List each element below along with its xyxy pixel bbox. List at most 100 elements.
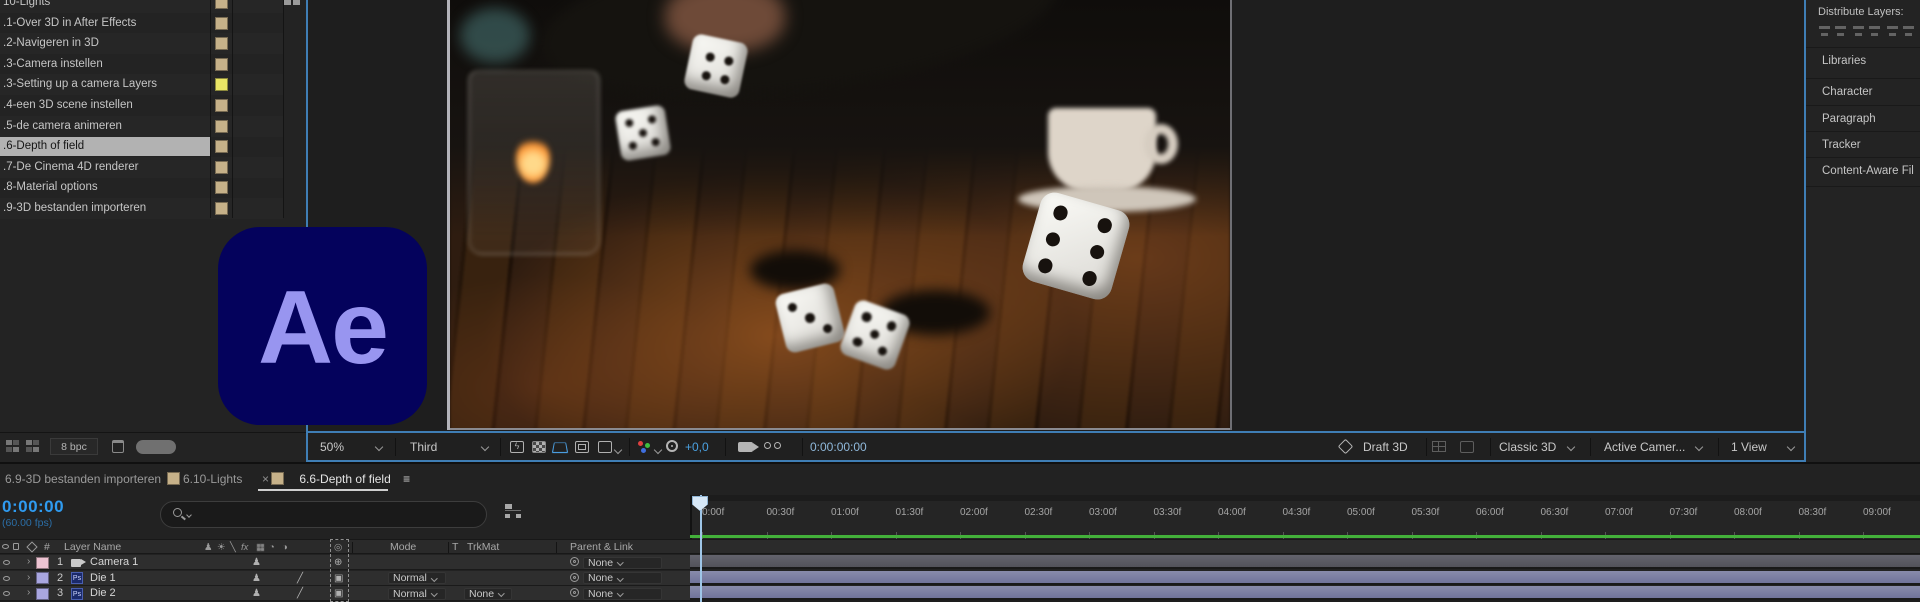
distribute-right-icon[interactable] bbox=[1902, 24, 1915, 38]
chevron-down-icon[interactable] bbox=[1567, 443, 1575, 451]
split-view-icon[interactable] bbox=[1432, 441, 1446, 452]
layer-duration-bar-camera-1[interactable] bbox=[690, 555, 1920, 569]
project-item-selected[interactable]: .6-Depth of field bbox=[0, 136, 283, 157]
work-area-strip[interactable] bbox=[692, 495, 1920, 501]
effects-icon[interactable]: fx bbox=[241, 541, 248, 554]
ground-plane-icon[interactable] bbox=[1460, 441, 1474, 453]
search-input[interactable] bbox=[160, 501, 487, 528]
proxy-icon[interactable] bbox=[26, 440, 39, 452]
pickwhip-icon[interactable] bbox=[570, 557, 579, 566]
chevron-down-icon[interactable] bbox=[1695, 443, 1703, 451]
expand-chevron-icon[interactable]: › bbox=[27, 586, 30, 600]
layer-duration-bar-die-2[interactable] bbox=[690, 586, 1920, 600]
pickwhip-icon[interactable] bbox=[570, 588, 579, 597]
quality-icon[interactable]: ╲ bbox=[230, 541, 236, 554]
label-icon[interactable] bbox=[26, 541, 37, 552]
label-color-swatch[interactable] bbox=[215, 17, 228, 30]
mini-flowchart-icon[interactable] bbox=[505, 504, 521, 518]
project-item[interactable]: .9-3D bestanden importeren bbox=[0, 198, 283, 219]
lock-icon[interactable] bbox=[13, 543, 19, 550]
shy-toggle[interactable]: ♟ bbox=[252, 572, 261, 586]
exposure-icon[interactable] bbox=[666, 440, 678, 452]
layer-color-swatch[interactable] bbox=[36, 588, 49, 600]
distribute-left-icon[interactable] bbox=[1868, 24, 1881, 38]
layer-color-swatch[interactable] bbox=[36, 572, 49, 584]
label-color-swatch[interactable] bbox=[215, 99, 228, 112]
project-item[interactable]: .3-Camera instellen bbox=[0, 54, 283, 75]
scrollbar-thumb[interactable] bbox=[136, 440, 176, 454]
playhead-line[interactable] bbox=[700, 495, 702, 602]
composition-image[interactable] bbox=[447, 0, 1232, 430]
distribute-top-icon[interactable] bbox=[1818, 24, 1831, 38]
trash-icon[interactable] bbox=[112, 440, 124, 453]
show-snapshot-icon[interactable] bbox=[764, 442, 784, 452]
renderer-dropdown[interactable]: Classic 3D bbox=[1499, 440, 1556, 454]
shy-toggle[interactable]: ♟ bbox=[252, 587, 261, 601]
layer-color-swatch[interactable] bbox=[36, 557, 49, 569]
column-divider[interactable] bbox=[210, 0, 211, 218]
label-color-swatch[interactable] bbox=[215, 140, 228, 153]
snapshot-camera-icon[interactable] bbox=[738, 442, 753, 452]
view-options-icon[interactable] bbox=[598, 441, 612, 453]
timeline-tab-active[interactable]: × 6.6-Depth of field ≡ bbox=[262, 467, 410, 491]
distribute-hcenter-icon[interactable] bbox=[1886, 24, 1899, 38]
trkmat-column-label[interactable]: TrkMat bbox=[467, 541, 499, 554]
exposure-value[interactable]: +0,0 bbox=[685, 440, 709, 454]
panel-tab-libraries[interactable]: Libraries bbox=[1806, 47, 1920, 78]
motion-blur-icon[interactable]: ◔ bbox=[269, 541, 275, 554]
column-divider[interactable] bbox=[448, 542, 449, 553]
mode-column-label[interactable]: Mode bbox=[390, 541, 416, 554]
eye-icon[interactable] bbox=[3, 560, 10, 565]
pickwhip-icon[interactable] bbox=[570, 573, 579, 582]
label-color-swatch[interactable] bbox=[215, 78, 228, 91]
expand-chevron-icon[interactable]: › bbox=[27, 555, 30, 569]
current-time-display[interactable]: 0:00:00 bbox=[2, 497, 64, 517]
snapshot-icon[interactable]: ϟ bbox=[510, 441, 524, 453]
column-divider[interactable] bbox=[556, 542, 557, 553]
label-color-swatch[interactable] bbox=[215, 0, 228, 9]
timeline-tab[interactable]: 6.10-Lights bbox=[167, 467, 242, 491]
label-color-swatch[interactable] bbox=[215, 202, 228, 215]
parent-dropdown[interactable]: None bbox=[583, 588, 662, 600]
panel-corner-icon[interactable] bbox=[284, 0, 291, 5]
project-item[interactable]: .5-de camera animeren bbox=[0, 116, 283, 137]
distribute-bottom-icon[interactable] bbox=[1852, 24, 1865, 38]
view-layout-dropdown[interactable]: 1 View bbox=[1731, 440, 1767, 454]
transparency-grid-icon[interactable] bbox=[532, 441, 546, 453]
project-item[interactable]: .3-Setting up a camera Layers bbox=[0, 74, 283, 95]
mask-visibility-icon[interactable] bbox=[575, 441, 589, 453]
panel-menu-icon[interactable]: ≡ bbox=[403, 472, 410, 486]
trkmat-dropdown[interactable]: None bbox=[464, 588, 512, 600]
label-color-swatch[interactable] bbox=[215, 120, 228, 133]
draft-3d-icon[interactable] bbox=[1338, 439, 1354, 455]
project-item[interactable]: .8-Material options bbox=[0, 177, 283, 198]
label-color-swatch[interactable] bbox=[215, 58, 228, 71]
grid-guides-dropdown[interactable]: Third bbox=[410, 440, 437, 454]
layer-name-column-label[interactable]: Layer Name bbox=[64, 541, 121, 554]
quality-toggle[interactable]: ╱ bbox=[297, 572, 303, 586]
project-flowchart-icon[interactable] bbox=[6, 440, 19, 452]
chevron-down-icon[interactable] bbox=[614, 446, 622, 454]
panel-tab-tracker[interactable]: Tracker bbox=[1806, 131, 1920, 157]
camera-view-dropdown[interactable]: Active Camer... bbox=[1604, 440, 1685, 454]
collapse-icon[interactable]: ☀ bbox=[217, 541, 226, 554]
layer-duration-bar-die-1[interactable] bbox=[690, 571, 1920, 585]
parent-dropdown[interactable]: None bbox=[583, 572, 662, 584]
chevron-down-icon[interactable] bbox=[375, 443, 383, 451]
label-color-swatch[interactable] bbox=[215, 37, 228, 50]
distribute-vcenter-icon[interactable] bbox=[1834, 24, 1847, 38]
panel-tab-content-aware-fill[interactable]: Content-Aware Fil bbox=[1806, 157, 1920, 186]
eye-icon[interactable] bbox=[3, 591, 10, 596]
project-item[interactable]: .4-een 3D scene instellen bbox=[0, 95, 283, 116]
chevron-down-icon[interactable] bbox=[481, 443, 489, 451]
panel-tab-paragraph[interactable]: Paragraph bbox=[1806, 105, 1920, 131]
chevron-down-icon[interactable] bbox=[1787, 443, 1795, 451]
blend-mode-dropdown[interactable]: Normal bbox=[388, 572, 446, 584]
magnification-dropdown[interactable]: 50% bbox=[320, 440, 344, 454]
shy-icon[interactable]: ♟ bbox=[204, 541, 213, 554]
label-color-swatch[interactable] bbox=[215, 181, 228, 194]
parent-link-column-label[interactable]: Parent & Link bbox=[570, 541, 633, 554]
time-ruler[interactable]: 0:00f 00:30f 01:00f 01:30f 02:00f 02:30f… bbox=[690, 495, 1920, 539]
color-depth-button[interactable]: 8 bpc bbox=[50, 438, 98, 455]
project-item[interactable]: 10-Lights bbox=[0, 0, 283, 13]
